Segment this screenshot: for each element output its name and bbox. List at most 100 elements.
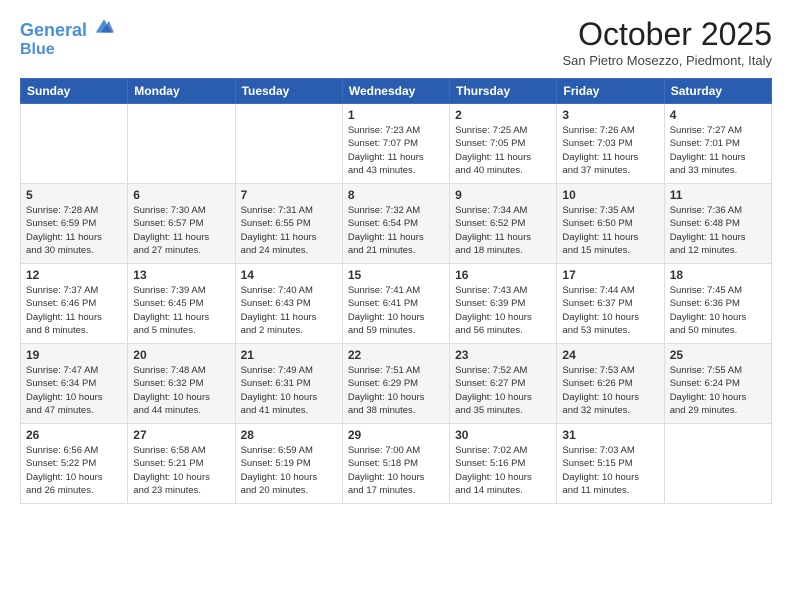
day-info-26: Sunrise: 6:56 AM Sunset: 5:22 PM Dayligh…	[26, 444, 122, 497]
day-cell-28: 28 Sunrise: 6:59 AM Sunset: 5:19 PM Dayli…	[235, 424, 342, 504]
day-info-20: Sunrise: 7:48 AM Sunset: 6:32 PM Dayligh…	[133, 364, 229, 417]
day-info-19: Sunrise: 7:47 AM Sunset: 6:34 PM Dayligh…	[26, 364, 122, 417]
day-cell-12: 12Sunrise: 7:37 AM Sunset: 6:46 PM Dayli…	[21, 264, 128, 344]
week-row-2: 5 Sunrise: 7:28 AM Sunset: 6:59 PM Daylig…	[21, 184, 772, 264]
day-number-2: 2	[455, 108, 551, 122]
day-info-5: Sunrise: 7:28 AM Sunset: 6:59 PM Dayligh…	[26, 204, 122, 257]
location: San Pietro Mosezzo, Piedmont, Italy	[562, 53, 772, 68]
day-number-18: 18	[670, 268, 766, 282]
day-info-23: Sunrise: 7:52 AM Sunset: 6:27 PM Dayligh…	[455, 364, 551, 417]
day-number-1: 1	[348, 108, 444, 122]
day-info-4: Sunrise: 7:27 AM Sunset: 7:01 PM Dayligh…	[670, 124, 766, 177]
day-headers-row: SundayMondayTuesdayWednesdayThursdayFrid…	[21, 79, 772, 104]
day-info-28: Sunrise: 6:59 AM Sunset: 5:19 PM Dayligh…	[241, 444, 337, 497]
logo-icon	[94, 16, 114, 36]
day-header-saturday: Saturday	[664, 79, 771, 104]
day-number-11: 11	[670, 188, 766, 202]
day-header-friday: Friday	[557, 79, 664, 104]
day-number-8: 8	[348, 188, 444, 202]
day-info-13: Sunrise: 7:39 AM Sunset: 6:45 PM Dayligh…	[133, 284, 229, 337]
day-number-19: 19	[26, 348, 122, 362]
day-info-7: Sunrise: 7:31 AM Sunset: 6:55 PM Dayligh…	[241, 204, 337, 257]
day-cell-3: 3 Sunrise: 7:26 AM Sunset: 7:03 PM Daylig…	[557, 104, 664, 184]
logo: General Blue	[20, 16, 114, 58]
title-area: October 2025 San Pietro Mosezzo, Piedmon…	[562, 16, 772, 68]
day-cell-8: 8 Sunrise: 7:32 AM Sunset: 6:54 PM Daylig…	[342, 184, 449, 264]
empty-cell	[664, 424, 771, 504]
day-info-9: Sunrise: 7:34 AM Sunset: 6:52 PM Dayligh…	[455, 204, 551, 257]
day-cell-14: 14 Sunrise: 7:40 AM Sunset: 6:43 PM Dayli…	[235, 264, 342, 344]
day-cell-18: 18 Sunrise: 7:45 AM Sunset: 6:36 PM Dayli…	[664, 264, 771, 344]
day-header-sunday: Sunday	[21, 79, 128, 104]
day-number-4: 4	[670, 108, 766, 122]
day-cell-30: 30Sunrise: 7:02 AM Sunset: 5:16 PM Dayli…	[450, 424, 557, 504]
day-info-31: Sunrise: 7:03 AM Sunset: 5:15 PM Dayligh…	[562, 444, 658, 497]
day-info-6: Sunrise: 7:30 AM Sunset: 6:57 PM Dayligh…	[133, 204, 229, 257]
day-cell-19: 19 Sunrise: 7:47 AM Sunset: 6:34 PM Dayli…	[21, 344, 128, 424]
day-number-16: 16	[455, 268, 551, 282]
day-info-18: Sunrise: 7:45 AM Sunset: 6:36 PM Dayligh…	[670, 284, 766, 337]
logo-general: General	[20, 20, 87, 40]
day-number-24: 24	[562, 348, 658, 362]
day-number-3: 3	[562, 108, 658, 122]
day-cell-20: 20 Sunrise: 7:48 AM Sunset: 6:32 PM Dayli…	[128, 344, 235, 424]
day-info-11: Sunrise: 7:36 AM Sunset: 6:48 PM Dayligh…	[670, 204, 766, 257]
page: General Blue October 2025 San Pietro Mos…	[0, 0, 792, 520]
day-cell-21: 21 Sunrise: 7:49 AM Sunset: 6:31 PM Dayli…	[235, 344, 342, 424]
day-cell-15: 15 Sunrise: 7:41 AM Sunset: 6:41 PM Dayli…	[342, 264, 449, 344]
day-number-29: 29	[348, 428, 444, 442]
day-cell-17: 17 Sunrise: 7:44 AM Sunset: 6:37 PM Dayli…	[557, 264, 664, 344]
calendar-table: SundayMondayTuesdayWednesdayThursdayFrid…	[20, 78, 772, 504]
day-cell-22: 22Sunrise: 7:51 AM Sunset: 6:29 PM Dayli…	[342, 344, 449, 424]
day-info-14: Sunrise: 7:40 AM Sunset: 6:43 PM Dayligh…	[241, 284, 337, 337]
day-info-25: Sunrise: 7:55 AM Sunset: 6:24 PM Dayligh…	[670, 364, 766, 417]
day-number-5: 5	[26, 188, 122, 202]
day-cell-31: 31Sunrise: 7:03 AM Sunset: 5:15 PM Dayli…	[557, 424, 664, 504]
day-number-28: 28	[241, 428, 337, 442]
day-info-1: Sunrise: 7:23 AM Sunset: 7:07 PM Dayligh…	[348, 124, 444, 177]
day-info-24: Sunrise: 7:53 AM Sunset: 6:26 PM Dayligh…	[562, 364, 658, 417]
day-number-21: 21	[241, 348, 337, 362]
day-cell-23: 23Sunrise: 7:52 AM Sunset: 6:27 PM Dayli…	[450, 344, 557, 424]
day-number-17: 17	[562, 268, 658, 282]
day-info-30: Sunrise: 7:02 AM Sunset: 5:16 PM Dayligh…	[455, 444, 551, 497]
day-header-thursday: Thursday	[450, 79, 557, 104]
day-cell-5: 5 Sunrise: 7:28 AM Sunset: 6:59 PM Daylig…	[21, 184, 128, 264]
day-number-6: 6	[133, 188, 229, 202]
day-info-17: Sunrise: 7:44 AM Sunset: 6:37 PM Dayligh…	[562, 284, 658, 337]
day-header-wednesday: Wednesday	[342, 79, 449, 104]
logo-blue: Blue	[20, 41, 114, 59]
day-number-26: 26	[26, 428, 122, 442]
logo-text: General	[20, 16, 114, 41]
day-cell-27: 27Sunrise: 6:58 AM Sunset: 5:21 PM Dayli…	[128, 424, 235, 504]
day-cell-24: 24 Sunrise: 7:53 AM Sunset: 6:26 PM Dayli…	[557, 344, 664, 424]
day-number-15: 15	[348, 268, 444, 282]
day-cell-2: 2Sunrise: 7:25 AM Sunset: 7:05 PM Daylig…	[450, 104, 557, 184]
day-cell-6: 6 Sunrise: 7:30 AM Sunset: 6:57 PM Daylig…	[128, 184, 235, 264]
day-info-21: Sunrise: 7:49 AM Sunset: 6:31 PM Dayligh…	[241, 364, 337, 417]
day-cell-4: 4 Sunrise: 7:27 AM Sunset: 7:01 PM Daylig…	[664, 104, 771, 184]
day-info-29: Sunrise: 7:00 AM Sunset: 5:18 PM Dayligh…	[348, 444, 444, 497]
day-cell-25: 25 Sunrise: 7:55 AM Sunset: 6:24 PM Dayli…	[664, 344, 771, 424]
day-cell-11: 11 Sunrise: 7:36 AM Sunset: 6:48 PM Dayli…	[664, 184, 771, 264]
header: General Blue October 2025 San Pietro Mos…	[20, 16, 772, 68]
week-row-4: 19 Sunrise: 7:47 AM Sunset: 6:34 PM Dayli…	[21, 344, 772, 424]
day-info-8: Sunrise: 7:32 AM Sunset: 6:54 PM Dayligh…	[348, 204, 444, 257]
day-number-14: 14	[241, 268, 337, 282]
week-row-5: 26 Sunrise: 6:56 AM Sunset: 5:22 PM Dayli…	[21, 424, 772, 504]
day-cell-1: 1 Sunrise: 7:23 AM Sunset: 7:07 PM Daylig…	[342, 104, 449, 184]
day-number-25: 25	[670, 348, 766, 362]
day-info-3: Sunrise: 7:26 AM Sunset: 7:03 PM Dayligh…	[562, 124, 658, 177]
day-number-7: 7	[241, 188, 337, 202]
empty-cell	[128, 104, 235, 184]
empty-cell	[235, 104, 342, 184]
day-cell-16: 16Sunrise: 7:43 AM Sunset: 6:39 PM Dayli…	[450, 264, 557, 344]
day-info-12: Sunrise: 7:37 AM Sunset: 6:46 PM Dayligh…	[26, 284, 122, 337]
day-info-10: Sunrise: 7:35 AM Sunset: 6:50 PM Dayligh…	[562, 204, 658, 257]
week-row-1: 1 Sunrise: 7:23 AM Sunset: 7:07 PM Daylig…	[21, 104, 772, 184]
day-number-20: 20	[133, 348, 229, 362]
day-info-15: Sunrise: 7:41 AM Sunset: 6:41 PM Dayligh…	[348, 284, 444, 337]
day-cell-29: 29 Sunrise: 7:00 AM Sunset: 5:18 PM Dayli…	[342, 424, 449, 504]
day-info-27: Sunrise: 6:58 AM Sunset: 5:21 PM Dayligh…	[133, 444, 229, 497]
day-number-9: 9	[455, 188, 551, 202]
